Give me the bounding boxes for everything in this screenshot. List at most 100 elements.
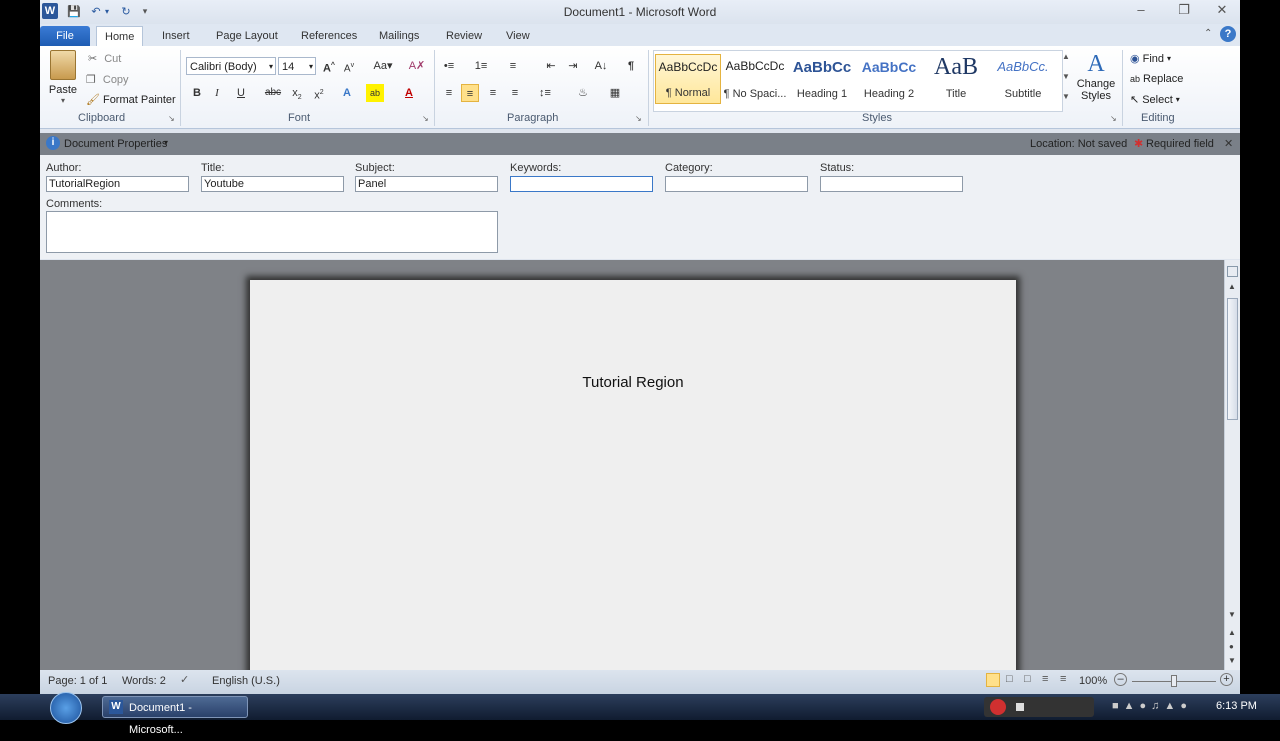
align-center-icon[interactable]: ≡ bbox=[461, 84, 479, 102]
style-heading-2[interactable]: AaBbCc Heading 2 bbox=[856, 54, 922, 104]
recorder-controls[interactable] bbox=[984, 697, 1094, 717]
font-name-combo[interactable]: Calibri (Body) ▾ bbox=[186, 57, 276, 75]
underline-icon[interactable]: U bbox=[232, 84, 250, 102]
sort-icon[interactable]: A↓ bbox=[592, 57, 610, 75]
start-button[interactable] bbox=[50, 692, 82, 724]
clock[interactable]: 6:13 PM bbox=[1216, 700, 1257, 712]
zoom-in-icon[interactable]: + bbox=[1220, 673, 1233, 686]
language[interactable]: English (U.S.) bbox=[212, 675, 280, 687]
subject-field[interactable]: Panel bbox=[355, 176, 498, 192]
italic-icon[interactable]: I bbox=[208, 84, 226, 102]
style-title[interactable]: AaB Title bbox=[923, 54, 989, 104]
close-button[interactable]: ✕ bbox=[1208, 2, 1236, 20]
font-color-icon[interactable]: A bbox=[400, 84, 418, 102]
minimize-ribbon-icon[interactable]: ⌃ bbox=[1204, 28, 1212, 39]
strikethrough-icon[interactable]: abc bbox=[264, 84, 282, 102]
font-launcher-icon[interactable]: ↘ bbox=[422, 114, 429, 123]
outline-view-icon[interactable]: ≡ bbox=[1042, 673, 1048, 685]
close-properties-icon[interactable]: ✕ bbox=[1224, 137, 1233, 150]
tab-file[interactable]: File bbox=[40, 26, 90, 46]
numbering-icon[interactable]: 1≡ bbox=[472, 57, 490, 75]
tray-icons[interactable]: ■▲●♫▲● bbox=[1112, 700, 1192, 712]
change-case-icon[interactable]: Aa▾ bbox=[370, 57, 396, 75]
clipboard-launcher-icon[interactable]: ↘ bbox=[168, 114, 175, 123]
style-no-spacing[interactable]: AaBbCcDc ¶ No Spaci... bbox=[722, 54, 788, 104]
word-count[interactable]: Words: 2 bbox=[122, 675, 166, 687]
copy-button[interactable]: ❐ Copy bbox=[86, 73, 129, 87]
show-marks-icon[interactable]: ¶ bbox=[622, 57, 640, 75]
draft-view-icon[interactable]: ≡ bbox=[1060, 673, 1066, 685]
find-button[interactable]: ◉ Find ▾ bbox=[1130, 52, 1171, 66]
document-properties-title[interactable]: Document Properties bbox=[64, 138, 167, 150]
clear-formatting-icon[interactable]: A✗ bbox=[408, 57, 426, 75]
cut-button[interactable]: ✂ Cut bbox=[88, 52, 121, 66]
bold-icon[interactable]: B bbox=[188, 84, 206, 102]
chevron-down-icon[interactable]: ▾ bbox=[164, 138, 168, 147]
grow-font-icon[interactable]: A^ bbox=[320, 57, 338, 75]
decrease-indent-icon[interactable]: ⇤ bbox=[542, 57, 560, 75]
tab-mailings[interactable]: Mailings bbox=[371, 26, 427, 46]
taskbar-item-word[interactable]: W Document1 - Microsoft... bbox=[102, 696, 248, 736]
document-page[interactable]: Tutorial Region bbox=[250, 280, 1016, 670]
increase-indent-icon[interactable]: ⇥ bbox=[564, 57, 582, 75]
subscript-icon[interactable]: x2 bbox=[288, 84, 306, 102]
status-field[interactable] bbox=[820, 176, 963, 192]
bullets-icon[interactable]: •≡ bbox=[440, 57, 458, 75]
ruler-toggle-icon[interactable] bbox=[1227, 266, 1238, 277]
tab-references[interactable]: References bbox=[293, 26, 365, 46]
tab-view[interactable]: View bbox=[498, 26, 538, 46]
author-field[interactable]: TutorialRegion bbox=[46, 176, 189, 192]
next-page-icon[interactable]: ▼ bbox=[1228, 656, 1236, 665]
style-heading-1[interactable]: AaBbCc Heading 1 bbox=[789, 54, 855, 104]
category-field[interactable] bbox=[665, 176, 808, 192]
change-styles-button[interactable]: A Change Styles bbox=[1074, 50, 1118, 102]
previous-page-icon[interactable]: ▲ bbox=[1228, 628, 1236, 637]
style-subtitle[interactable]: AaBbCc. Subtitle bbox=[990, 54, 1056, 104]
stop-icon[interactable] bbox=[1016, 703, 1024, 711]
align-right-icon[interactable]: ≡ bbox=[484, 84, 502, 102]
tab-page-layout[interactable]: Page Layout bbox=[208, 26, 286, 46]
tab-review[interactable]: Review bbox=[438, 26, 490, 46]
borders-icon[interactable]: ▦ bbox=[606, 84, 624, 102]
font-size-combo[interactable]: 14 ▾ bbox=[278, 57, 316, 75]
full-screen-view-icon[interactable]: □ bbox=[1006, 673, 1013, 685]
vertical-scrollbar[interactable]: ▲ ▼ ▲ ● ▼ bbox=[1224, 260, 1240, 670]
zoom-level[interactable]: 100% bbox=[1079, 675, 1107, 687]
proofing-icon[interactable]: ✓ bbox=[180, 673, 189, 686]
minimize-button[interactable]: – bbox=[1127, 2, 1155, 20]
keywords-field[interactable] bbox=[510, 176, 653, 192]
web-layout-view-icon[interactable]: □ bbox=[1024, 673, 1031, 685]
select-button[interactable]: ↖ Select ▾ bbox=[1130, 93, 1180, 107]
scroll-up-icon[interactable]: ▲ bbox=[1228, 282, 1236, 291]
paste-button[interactable]: Paste ▾ bbox=[48, 50, 78, 106]
highlight-icon[interactable]: ab bbox=[366, 84, 384, 102]
title-field[interactable]: Youtube bbox=[201, 176, 344, 192]
tab-insert[interactable]: Insert bbox=[154, 26, 198, 46]
align-left-icon[interactable]: ≡ bbox=[440, 84, 458, 102]
shading-icon[interactable]: ♨ bbox=[574, 84, 592, 102]
scroll-thumb[interactable] bbox=[1227, 298, 1238, 420]
superscript-icon[interactable]: x2 bbox=[310, 84, 328, 102]
scroll-down-icon[interactable]: ▼ bbox=[1228, 610, 1236, 619]
shrink-font-icon[interactable]: Av bbox=[340, 57, 358, 75]
styles-launcher-icon[interactable]: ↘ bbox=[1110, 114, 1117, 123]
print-layout-view-icon[interactable] bbox=[986, 673, 1000, 687]
justify-icon[interactable]: ≡ bbox=[506, 84, 524, 102]
styles-scroll-up-icon[interactable]: ▲ bbox=[1062, 52, 1070, 61]
browse-object-icon[interactable]: ● bbox=[1229, 642, 1234, 651]
styles-more-icon[interactable]: ▼ bbox=[1062, 92, 1070, 101]
styles-scroll-down-icon[interactable]: ▼ bbox=[1062, 72, 1070, 81]
paragraph-launcher-icon[interactable]: ↘ bbox=[635, 114, 642, 123]
multilevel-list-icon[interactable]: ≡ bbox=[504, 57, 522, 75]
style-normal[interactable]: AaBbCcDc ¶ Normal bbox=[655, 54, 721, 104]
document-body-text[interactable]: Tutorial Region bbox=[250, 374, 1016, 391]
line-spacing-icon[interactable]: ↕≡ bbox=[536, 84, 554, 102]
restore-button[interactable]: ❐ bbox=[1170, 2, 1198, 20]
page-count[interactable]: Page: 1 of 1 bbox=[48, 675, 107, 687]
record-icon[interactable] bbox=[990, 699, 1006, 715]
format-painter-button[interactable]: 🖌 Format Painter bbox=[86, 93, 176, 107]
replace-button[interactable]: ab Replace bbox=[1130, 73, 1183, 85]
help-icon[interactable]: ? bbox=[1220, 26, 1236, 42]
zoom-out-icon[interactable]: – bbox=[1114, 673, 1127, 686]
tab-home[interactable]: Home bbox=[96, 26, 144, 47]
